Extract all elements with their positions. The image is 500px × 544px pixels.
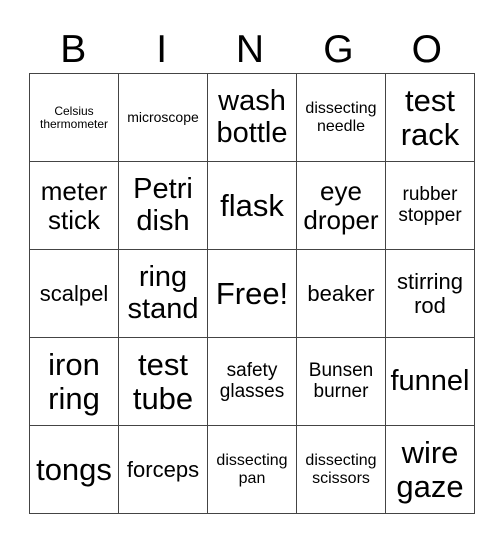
bingo-cell[interactable]: tongs [29, 425, 119, 514]
bingo-cell[interactable]: dissecting needle [296, 73, 386, 162]
bingo-cell[interactable]: test tube [118, 337, 208, 426]
grid-row: scalpel ring stand Free! beaker stirring rod [29, 249, 475, 338]
grid-row: Celsius thermometer microscope wash bottle… [29, 73, 475, 162]
bingo-cell[interactable]: funnel [385, 337, 475, 426]
bingo-cell[interactable]: rubber stopper [385, 161, 475, 250]
bingo-cell[interactable]: dissecting pan [207, 425, 297, 514]
grid-row: meter stick Petri dish flask eye droper rubb… [29, 161, 475, 250]
bingo-cell[interactable]: scalpel [29, 249, 119, 338]
bingo-cell[interactable]: dissecting scissors [296, 425, 386, 514]
bingo-cell[interactable]: wire gaze [385, 425, 475, 514]
bingo-cell[interactable]: meter stick [29, 161, 119, 250]
header-letter-g: G [323, 28, 354, 71]
header-letter-n: N [235, 28, 265, 71]
bingo-cell[interactable]: wash bottle [207, 73, 297, 162]
bingo-cell[interactable]: Celsius thermometer [29, 73, 119, 162]
header-letter-b: B [60, 28, 87, 71]
bingo-cell[interactable]: test rack [385, 73, 475, 162]
bingo-cell[interactable]: ring stand [118, 249, 208, 338]
bingo-cell[interactable]: eye droper [296, 161, 386, 250]
grid-row: iron ring test tube safety glasses Bunsen b… [29, 337, 475, 426]
header-letter-i: I [156, 28, 168, 71]
bingo-cell[interactable]: beaker [296, 249, 386, 338]
bingo-cell[interactable]: Bunsen burner [296, 337, 386, 426]
bingo-cell[interactable]: microscope [118, 73, 208, 162]
bingo-cell[interactable]: iron ring [29, 337, 119, 426]
bingo-header: B I N G O [29, 28, 471, 72]
free-space-cell[interactable]: Free! [207, 249, 297, 338]
header-letter-o: O [411, 28, 442, 71]
bingo-grid: Celsius thermometer microscope wash bottle… [29, 73, 475, 514]
grid-row: tongs forceps dissecting pan dissecting sci… [29, 425, 475, 514]
bingo-cell[interactable]: stirring rod [385, 249, 475, 338]
bingo-cell[interactable]: safety glasses [207, 337, 297, 426]
bingo-cell[interactable]: forceps [118, 425, 208, 514]
bingo-cell[interactable]: Petri dish [118, 161, 208, 250]
bingo-cell[interactable]: flask [207, 161, 297, 250]
